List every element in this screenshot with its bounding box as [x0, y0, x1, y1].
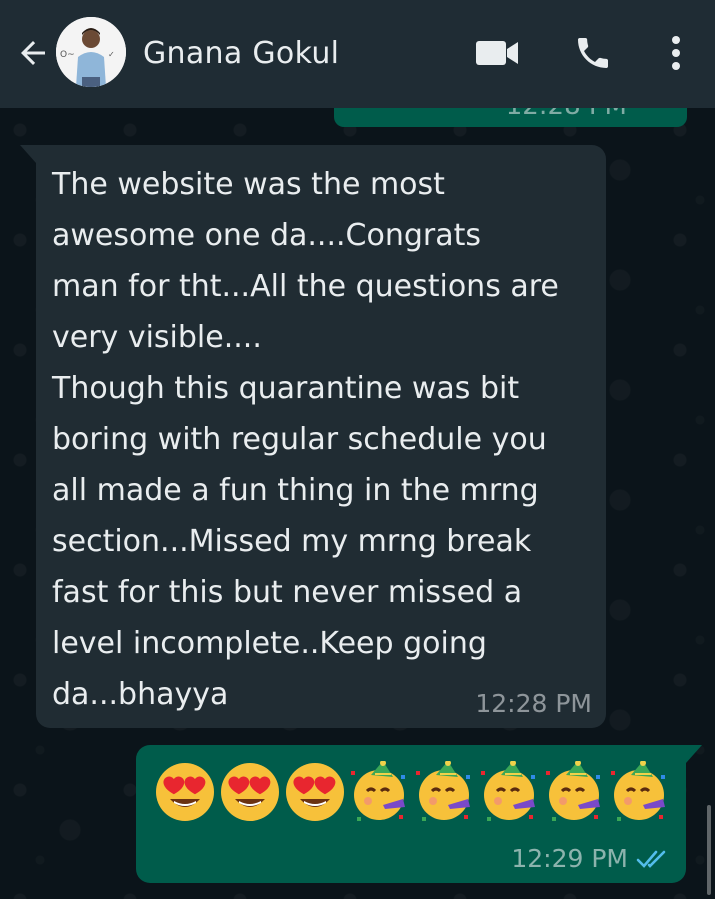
svg-text:✓: ✓ — [108, 50, 115, 59]
heart-eyes-emoji-icon — [282, 759, 347, 824]
avatar-person-icon: O~ ✓ — [56, 17, 126, 87]
scrollbar[interactable] — [707, 805, 711, 895]
svg-text:O~: O~ — [60, 50, 75, 60]
phone-icon — [578, 38, 608, 68]
message-bubble-outgoing[interactable]: 12:29 PM — [136, 745, 702, 883]
arrow-left-icon — [21, 41, 45, 65]
message-meta: 12:29 PM — [511, 844, 670, 873]
back-button[interactable] — [12, 32, 54, 74]
voice-call-button[interactable] — [568, 30, 618, 76]
message-time: 12:28 PM — [475, 689, 592, 718]
video-camera-icon — [476, 41, 518, 65]
partying-face-emoji-icon — [412, 759, 477, 824]
more-options-button[interactable] — [656, 30, 696, 76]
double-check-read-icon — [636, 850, 666, 868]
message-bubble-incoming[interactable]: The website was the most awesome one da.… — [20, 145, 606, 728]
contact-avatar[interactable]: O~ ✓ — [56, 17, 126, 87]
contact-name[interactable]: Gnana Gokul — [143, 36, 339, 71]
heart-eyes-emoji-icon — [217, 759, 282, 824]
chat-header: O~ ✓ Gnana Gokul — [0, 0, 715, 108]
more-vertical-icon — [672, 36, 680, 70]
partying-face-emoji-icon — [477, 759, 542, 824]
partying-face-emoji-icon — [542, 759, 607, 824]
heart-eyes-emoji-icon — [152, 759, 217, 824]
video-call-button[interactable] — [470, 30, 524, 76]
message-text: The website was the most awesome one da.… — [52, 167, 559, 712]
message-time: 12:29 PM — [511, 844, 628, 873]
emoji-row — [152, 759, 672, 824]
partying-face-emoji-icon — [607, 759, 672, 824]
partying-face-emoji-icon — [347, 759, 412, 824]
